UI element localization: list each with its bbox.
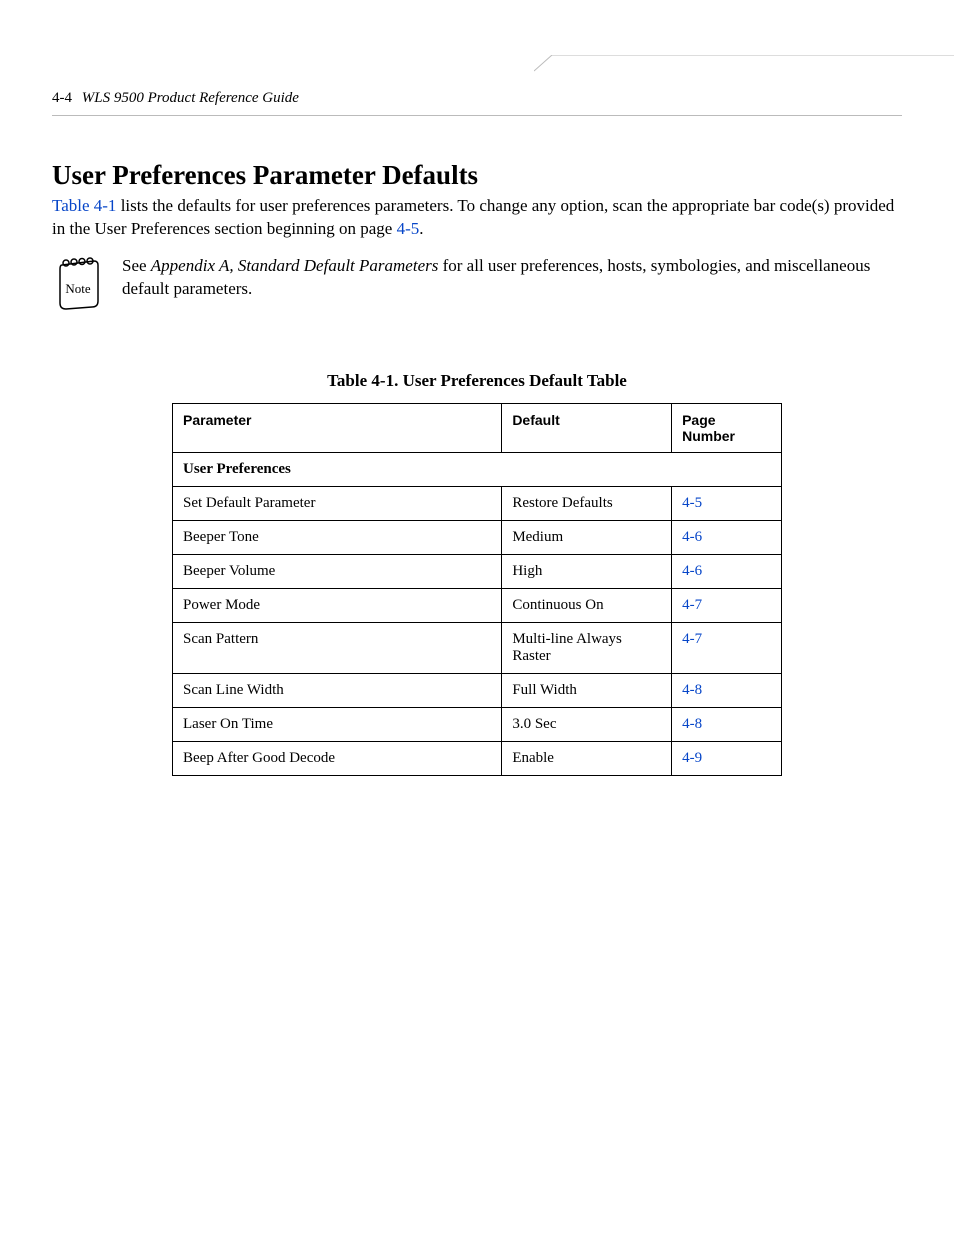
page: 4-4 WLS 9500 Product Reference Guide Use… [0, 0, 954, 1235]
table-row: Beep After Good Decode Enable 4-9 [173, 741, 782, 775]
cell-param: Set Default Parameter [173, 486, 502, 520]
table-caption: Table 4-1. User Preferences Default Tabl… [52, 371, 902, 391]
cell-param: Beeper Volume [173, 554, 502, 588]
cell-default: Enable [502, 741, 672, 775]
note-emph: Appendix A, Standard Default Parameters [151, 256, 439, 275]
cell-param: Laser On Time [173, 707, 502, 741]
table-row: Scan Pattern Multi-line Always Raster 4-… [173, 622, 782, 673]
content-area: User Preferences Parameter Defaults Tabl… [52, 160, 902, 776]
cell-param: Scan Line Width [173, 673, 502, 707]
preferences-table: Parameter Default Page Number User Prefe… [172, 403, 782, 776]
page-tab-graphic [534, 55, 954, 75]
table-row: Beeper Tone Medium 4-6 [173, 520, 782, 554]
cell-default: Multi-line Always Raster [502, 622, 672, 673]
cell-param: Scan Pattern [173, 622, 502, 673]
cell-page-link[interactable]: 4-6 [672, 520, 782, 554]
table-row: Laser On Time 3.0 Sec 4-8 [173, 707, 782, 741]
note-pre: See [122, 256, 151, 275]
cell-default: Continuous On [502, 588, 672, 622]
table-row: Power Mode Continuous On 4-7 [173, 588, 782, 622]
intro-paragraph: Table 4-1 lists the defaults for user pr… [52, 195, 902, 241]
cell-page-link[interactable]: 4-9 [672, 741, 782, 775]
cell-default: High [502, 554, 672, 588]
table-section-row: User Preferences [173, 452, 782, 486]
table-row: Scan Line Width Full Width 4-8 [173, 673, 782, 707]
cell-default: 3.0 Sec [502, 707, 672, 741]
table-header-row: Parameter Default Page Number [173, 403, 782, 452]
tab-svg [534, 55, 954, 75]
note-label: Note [65, 281, 91, 296]
cell-page-link[interactable]: 4-6 [672, 554, 782, 588]
cell-default: Restore Defaults [502, 486, 672, 520]
cell-page-link[interactable]: 4-7 [672, 622, 782, 673]
table-row: Set Default Parameter Restore Defaults 4… [173, 486, 782, 520]
col-header-default: Default [502, 403, 672, 452]
col-header-parameter: Parameter [173, 403, 502, 452]
cell-page-link[interactable]: 4-8 [672, 707, 782, 741]
note-icon: Note [52, 255, 104, 311]
section-heading: User Preferences Parameter Defaults [52, 160, 902, 191]
intro-text-2: . [419, 219, 423, 238]
cell-default: Medium [502, 520, 672, 554]
cell-page-link[interactable]: 4-7 [672, 588, 782, 622]
section-label: User Preferences [173, 452, 782, 486]
cell-page-link[interactable]: 4-5 [672, 486, 782, 520]
intro-text-1: lists the defaults for user preferences … [52, 196, 894, 238]
running-header: 4-4 WLS 9500 Product Reference Guide [52, 90, 902, 116]
cell-param: Beep After Good Decode [173, 741, 502, 775]
col-header-page: Page Number [672, 403, 782, 452]
note-block: Note See Appendix A, Standard Default Pa… [52, 255, 902, 311]
page-ref-link[interactable]: 4-5 [397, 219, 420, 238]
cell-param: Beeper Tone [173, 520, 502, 554]
cell-page-link[interactable]: 4-8 [672, 673, 782, 707]
page-number: 4-4 [52, 90, 72, 106]
table-row: Beeper Volume High 4-6 [173, 554, 782, 588]
doc-title: WLS 9500 Product Reference Guide [82, 90, 299, 106]
cell-default: Full Width [502, 673, 672, 707]
cell-param: Power Mode [173, 588, 502, 622]
note-text: See Appendix A, Standard Default Paramet… [122, 255, 902, 301]
table-ref-link[interactable]: Table 4-1 [52, 196, 116, 215]
